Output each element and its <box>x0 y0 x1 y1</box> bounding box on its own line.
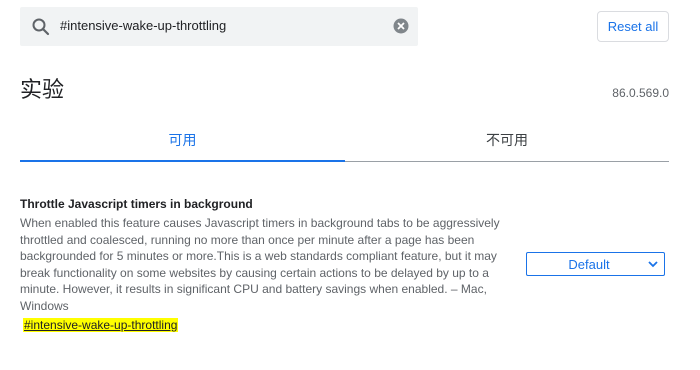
active-tab-indicator <box>20 160 345 162</box>
clear-icon[interactable] <box>393 18 409 34</box>
tab-unavailable[interactable]: 不可用 <box>345 130 669 150</box>
search-input[interactable]: #intensive-wake-up-throttling <box>60 18 226 33</box>
version-label: 86.0.569.0 <box>612 86 669 100</box>
experiment-state-select[interactable]: Default <box>526 252 665 276</box>
experiment-title: Throttle Javascript timers in background <box>20 197 253 211</box>
reset-all-button[interactable]: Reset all <box>597 11 669 42</box>
tab-divider <box>345 161 669 162</box>
chevron-down-icon <box>648 261 658 268</box>
experiment-description: When enabled this feature causes Javascr… <box>20 216 500 313</box>
select-value: Default <box>568 257 610 272</box>
search-icon <box>32 18 50 36</box>
page-title: 实验 <box>20 78 65 103</box>
experiment-tag-link[interactable]: #intensive-wake-up-throttling <box>23 318 179 332</box>
search-box[interactable]: #intensive-wake-up-throttling <box>20 7 418 46</box>
tab-available[interactable]: 可用 <box>20 130 345 150</box>
